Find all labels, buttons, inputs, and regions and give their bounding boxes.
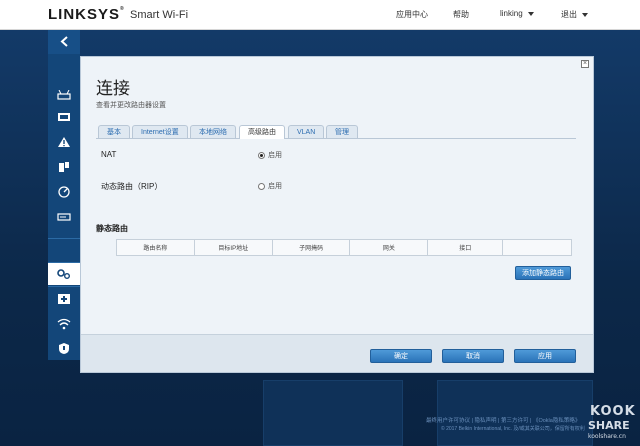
wifi-icon (57, 318, 71, 330)
chevron-left-icon (60, 36, 68, 47)
user-name: linking (500, 9, 523, 18)
sidebar-item-wifi[interactable] (48, 313, 80, 335)
settings-tabs: 基本 Internet设置 本地网络 高级路由 VLAN 管理 (96, 125, 576, 139)
tab-internet-settings[interactable]: Internet设置 (132, 125, 188, 138)
sidebar-item-speed[interactable] (48, 181, 80, 203)
rip-enable-radio[interactable]: 启用 (258, 181, 282, 191)
page-subtitle: 查看并更改路由器设置 (96, 102, 166, 109)
tab-vlan[interactable]: VLAN (288, 125, 325, 138)
diagnostics-icon (58, 294, 70, 304)
security-shield-icon (59, 342, 69, 354)
rip-enable-label: 启用 (268, 183, 282, 190)
alert-icon (58, 137, 70, 147)
top-header: LINKSYS® Smart Wi-Fi 应用中心 帮助 linking 退出 (0, 0, 640, 30)
table-header-row: 路由名称 目标IP地址 子网掩码 网关 接口 (116, 239, 572, 256)
router-icon (57, 90, 71, 100)
back-button[interactable] (48, 30, 80, 54)
column-subnet-mask: 子网掩码 (271, 239, 351, 256)
watermark-logo-sub: SHARE (588, 419, 630, 432)
chevron-down-icon (582, 12, 588, 17)
help-link[interactable]: 帮助 (453, 9, 469, 20)
copyright-text: © 2017 Belkin International, Inc. 及/或其关联… (441, 426, 585, 432)
nat-enable-radio[interactable]: 启用 (258, 150, 282, 160)
sidebar-divider (48, 238, 80, 239)
tab-basic[interactable]: 基本 (98, 125, 130, 138)
radio-unselected-icon (258, 182, 265, 190)
close-icon[interactable]: × (581, 60, 589, 68)
static-routes-table: 路由名称 目标IP地址 子网掩码 网关 接口 (116, 239, 572, 256)
add-static-route-button[interactable]: 添加静态路由 (515, 266, 571, 280)
tab-administration[interactable]: 管理 (326, 125, 358, 138)
speed-icon (58, 186, 70, 198)
settings-gear-icon (57, 269, 70, 279)
background-panel (263, 380, 403, 446)
legal-links[interactable]: 最终用户许可协议 | 隐私声明 | 第三方许可 | 《Ookla隐私策略》 (426, 416, 580, 424)
cancel-button[interactable]: 取消 (442, 349, 504, 363)
sidebar-item-security[interactable] (48, 337, 80, 359)
parental-icon (59, 162, 69, 172)
rip-label: 动态路由（RIP） (101, 182, 163, 191)
column-actions (502, 239, 572, 256)
user-menu[interactable]: linking (500, 9, 534, 18)
sidebar-item-devices[interactable] (48, 106, 80, 128)
tab-advanced-routing[interactable]: 高级路由 (239, 125, 285, 139)
connectivity-modal: × 连接 查看并更改路由器设置 基本 Internet设置 本地网络 高级路由 … (80, 56, 594, 373)
sidebar-item-diagnostics[interactable] (48, 288, 80, 310)
sidebar-item-alert[interactable] (48, 131, 80, 153)
sidebar-item-connectivity[interactable] (48, 263, 80, 285)
column-destination-ip: 目标IP地址 (193, 239, 273, 256)
apply-button[interactable]: 应用 (514, 349, 576, 363)
sidebar-item-router[interactable] (48, 84, 80, 106)
sidebar-divider (48, 286, 80, 287)
watermark-site: koolshare.cn (588, 433, 626, 440)
nat-label: NAT (101, 150, 117, 159)
nat-enable-label: 启用 (268, 152, 282, 159)
ok-button[interactable]: 确定 (370, 349, 432, 363)
page-title: 连接 (96, 79, 130, 98)
radio-selected-icon (258, 151, 265, 159)
logout-label: 退出 (561, 10, 577, 19)
linksys-logo: LINKSYS® (48, 6, 125, 23)
static-routes-title: 静态路由 (96, 224, 128, 233)
column-gateway: 网关 (349, 239, 429, 256)
column-interface: 接口 (427, 239, 504, 256)
sidebar-item-parental[interactable] (48, 156, 80, 178)
logout-menu[interactable]: 退出 (561, 9, 588, 20)
product-name: Smart Wi-Fi (130, 9, 189, 21)
devices-icon (58, 113, 70, 121)
tab-local-network[interactable]: 本地网络 (190, 125, 236, 138)
background-panel (437, 380, 593, 446)
chevron-down-icon (527, 11, 534, 16)
watermark-logo: KOOK (590, 404, 636, 419)
app-center-link[interactable]: 应用中心 (396, 9, 428, 20)
storage-icon (57, 213, 71, 221)
sidebar-item-storage[interactable] (48, 206, 80, 228)
column-route-name: 路由名称 (116, 239, 195, 256)
